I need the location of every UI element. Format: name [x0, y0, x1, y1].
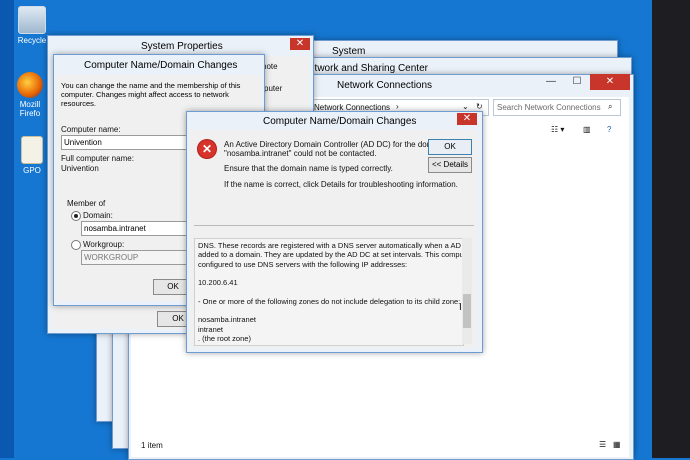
- computer-text-fragment: puter: [264, 84, 283, 93]
- desktop-left-edge: [0, 0, 14, 458]
- refresh-icon[interactable]: ↻: [476, 102, 483, 111]
- computer-name-label: Computer name:: [61, 125, 121, 134]
- details-line: [198, 269, 463, 278]
- full-name-label: Full computer name:: [61, 154, 134, 163]
- computer-name-input[interactable]: Univention: [61, 135, 187, 150]
- search-placeholder: Search Network Connections: [497, 103, 601, 112]
- member-of-label: Member of: [67, 199, 106, 208]
- large-icons-view-icon[interactable]: ▦: [613, 440, 621, 449]
- gpo-icon-item[interactable]: GPO: [12, 136, 52, 175]
- chevron-down-icon[interactable]: ⌄: [462, 102, 469, 111]
- window-controls: — ☐ ✕: [538, 74, 632, 90]
- details-line: - One or more of the following zones do …: [198, 296, 461, 306]
- scrollbar-thumb[interactable]: [463, 294, 471, 328]
- details-line: . (the root zone): [198, 333, 251, 343]
- details-line: DNS. These records are registered with a…: [198, 241, 464, 250]
- search-box[interactable]: Search Network Connections ⌕: [493, 99, 621, 116]
- desktop-icon-label: Recycle: [17, 36, 47, 45]
- domain-radio[interactable]: [71, 211, 81, 221]
- error-dialog[interactable]: Computer Name/Domain Changes ✕ ✕ An Acti…: [186, 111, 483, 353]
- titlebar: Computer Name/Domain Changes ✕: [187, 112, 482, 130]
- help-icon[interactable]: ?: [607, 125, 611, 134]
- search-icon: ⌕: [608, 102, 613, 111]
- workgroup-label: Workgroup:: [83, 240, 125, 249]
- close-button[interactable]: ✕: [457, 113, 477, 125]
- chevron-right-icon: ›: [396, 102, 399, 111]
- status-bar: 1 item ☰ ▦: [131, 437, 629, 457]
- scrollbar[interactable]: [462, 238, 472, 344]
- window-title: etwork and Sharing Center: [309, 63, 428, 74]
- close-button[interactable]: ✕: [290, 38, 310, 50]
- status-item-count: 1 item: [141, 441, 163, 450]
- firefox-icon: [17, 72, 43, 98]
- details-line: configured to use DNS servers with the f…: [198, 259, 408, 269]
- close-button[interactable]: ✕: [590, 74, 630, 90]
- details-textbox[interactable]: DNS. These records are registered with a…: [194, 238, 464, 346]
- pane-icon[interactable]: ▥: [583, 125, 591, 134]
- window-title: Computer Name/Domain Changes: [84, 60, 238, 71]
- workgroup-input: WORKGROUP: [81, 250, 197, 265]
- document-icon: [21, 136, 43, 164]
- text-cursor-icon: I: [459, 302, 462, 313]
- right-dark-strip: [652, 0, 690, 458]
- details-line: [198, 287, 463, 296]
- minimize-button[interactable]: —: [538, 74, 564, 90]
- firefox-icon-item[interactable]: Mozill Firefo: [10, 72, 50, 118]
- ok-button[interactable]: OK: [428, 139, 472, 155]
- details-line: 10.200.6.41: [198, 278, 238, 288]
- error-line-3: Ensure that the domain name is typed cor…: [224, 164, 393, 173]
- details-line: nosamba.intranet: [198, 315, 256, 325]
- dialog-title: Computer Name/Domain Changes: [263, 116, 417, 127]
- error-line-1: An Active Directory Domain Controller (A…: [224, 140, 445, 149]
- details-line: [198, 306, 463, 315]
- view-options-icon[interactable]: ☷ ▾: [551, 125, 564, 134]
- titlebar: Computer Name/Domain Changes: [54, 55, 264, 77]
- workgroup-radio[interactable]: [71, 240, 81, 250]
- recycle-bin-icon-item[interactable]: Recycle: [12, 6, 52, 45]
- details-toggle-button[interactable]: << Details: [428, 157, 472, 173]
- details-view-icon[interactable]: ☰: [599, 440, 606, 449]
- domain-label: Domain:: [83, 211, 113, 220]
- intro-text: You can change the name and the membersh…: [61, 81, 241, 108]
- domain-input[interactable]: nosamba.intranet: [81, 221, 197, 236]
- desktop-icon-label: GPO: [23, 166, 41, 175]
- full-name-value: Univention: [61, 164, 99, 173]
- window-title: System Properties: [141, 41, 223, 52]
- window-title: Network Connections: [337, 80, 433, 91]
- details-line: intranet: [198, 324, 224, 334]
- error-line-4: If the name is correct, click Details fo…: [224, 180, 458, 189]
- error-line-2: "nosamba.intranet" could not be contacte…: [224, 149, 377, 158]
- recycle-bin-icon: [18, 6, 46, 34]
- details-line: added to a domain. They are updated by t…: [198, 250, 464, 260]
- error-icon: ✕: [198, 140, 216, 158]
- divider: [194, 225, 474, 226]
- window-title: System: [332, 46, 366, 57]
- error-dialog-body: ✕ An Active Directory Domain Controller …: [190, 130, 477, 348]
- maximize-button[interactable]: ☐: [564, 74, 590, 90]
- desktop-icon-label: Mozill Firefo: [19, 100, 41, 118]
